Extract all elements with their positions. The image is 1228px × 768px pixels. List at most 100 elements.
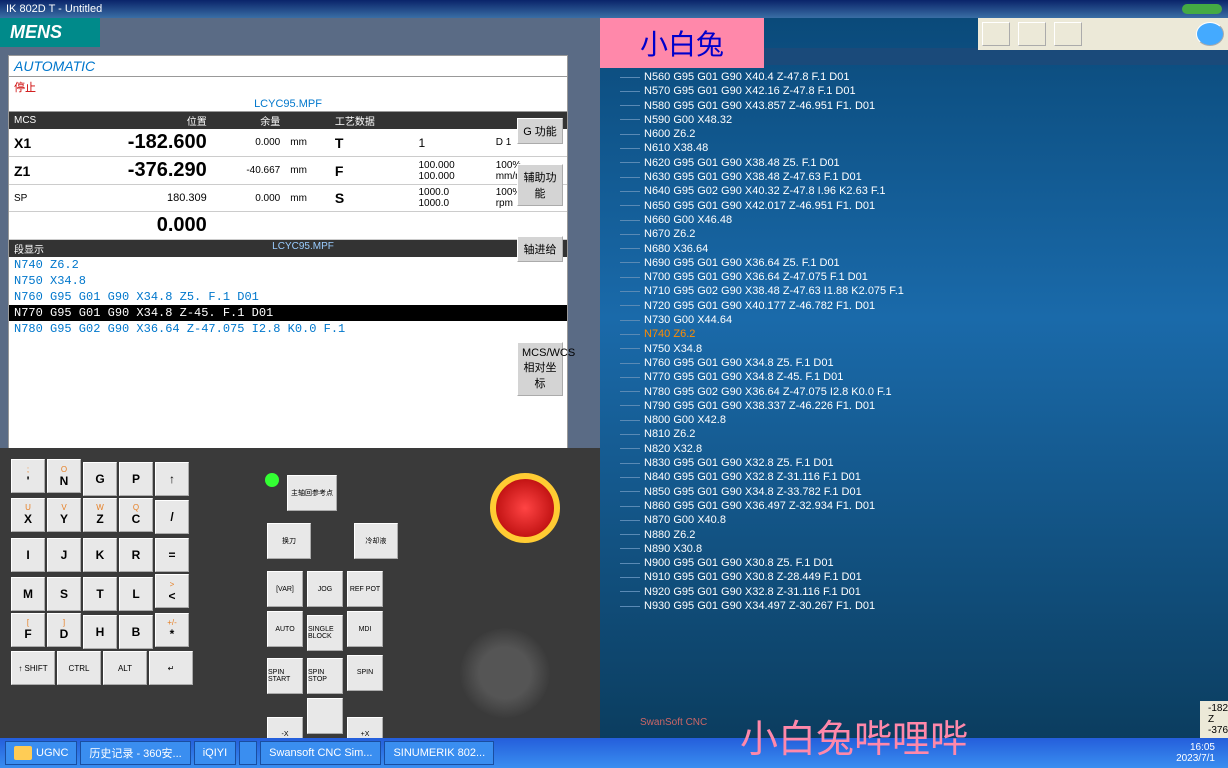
sim-watermark: SwanSoft CNC	[640, 717, 707, 728]
op-single-block[interactable]: SINGLE BLOCK	[307, 615, 343, 651]
code-line: N810 Z6.2	[620, 427, 1208, 441]
taskbar-item-0[interactable]: UGNC	[5, 741, 77, 765]
btn-aux[interactable]: 辅助功能	[517, 164, 563, 206]
code-line: N700 G95 G01 G90 X36.64 Z-47.075 F.1 D01	[620, 270, 1208, 284]
code-line: N710 G95 G02 G90 X38.48 Z-47.63 I1.88 K2…	[620, 284, 1208, 298]
code-line: N820 X32.8	[620, 442, 1208, 456]
sim-toolbar	[978, 18, 1228, 50]
op-blank[interactable]	[307, 698, 343, 734]
op-spin[interactable]: SPIN	[347, 655, 383, 691]
key-'[interactable]: ;'	[11, 459, 45, 493]
key-ctrl[interactable]: CTRL	[57, 651, 101, 685]
code-line: N760 G95 G01 G90 X34.8 Z5. F.1 D01	[620, 356, 1208, 370]
axis-x-rem: 0.000	[212, 129, 285, 157]
nc-line: N750 X34.8	[9, 273, 567, 289]
program-name: LCYC95.MPF	[9, 97, 567, 112]
seg-hdr: 段显示	[14, 241, 44, 256]
key-r[interactable]: R	[119, 538, 153, 572]
axis-z-rem: -40.667	[212, 157, 285, 185]
code-line: N920 G95 G01 G90 X32.8 Z-31.116 F.1 D01	[620, 585, 1208, 599]
key-j[interactable]: J	[47, 538, 81, 572]
key-n[interactable]: ON	[47, 459, 81, 493]
key-↑[interactable]: ↑	[155, 462, 189, 496]
taskbar-item-4[interactable]: Swansoft CNC Sim...	[260, 741, 381, 765]
nc-code-listing: N560 G95 G01 G90 X40.4 Z-47.8 F.1 D01N57…	[600, 65, 1228, 618]
btn-feed[interactable]: 轴进给	[517, 236, 563, 262]
code-line: N680 X36.64	[620, 242, 1208, 256]
watermark-top: 小白兔	[600, 18, 764, 68]
key-y[interactable]: VY	[47, 498, 81, 532]
nc-block-display: N740 Z6.2N750 X34.8N760 G95 G01 G90 X34.…	[9, 257, 567, 337]
key-b[interactable]: B	[119, 615, 153, 649]
code-line: N720 G95 G01 G90 X40.177 Z-46.782 F1. D0…	[620, 299, 1208, 313]
key-alt[interactable]: ALT	[103, 651, 147, 685]
windows-taskbar[interactable]: UGNC历史记录 - 360安...iQIYI Swansoft CNC Sim.…	[0, 738, 1228, 768]
pos-hdr: 位置	[63, 112, 212, 129]
control-panel: ;'ONGP↑ UXVYWZQC/ IJKR= MSTL>< [F]DHB+/-* ↑ S…	[0, 448, 600, 768]
key-h[interactable]: H	[83, 615, 117, 649]
f-label: F	[330, 157, 414, 185]
code-line: N590 G00 X48.32	[620, 113, 1208, 127]
op--var-[interactable]: [VAR]	[267, 571, 303, 607]
key-c[interactable]: QC	[119, 498, 153, 532]
key-l[interactable]: L	[119, 577, 153, 611]
key-g[interactable]: G	[83, 462, 117, 496]
sp-val: 180.309	[63, 185, 212, 212]
key-<[interactable]: ><	[155, 574, 189, 608]
op-ref-pot[interactable]: REF POT	[347, 571, 383, 607]
code-line: N670 Z6.2	[620, 227, 1208, 241]
op-spin-start[interactable]: SPIN START	[267, 658, 303, 694]
key-p[interactable]: P	[119, 462, 153, 496]
emergency-stop-button[interactable]	[490, 473, 560, 543]
btn-tool-change[interactable]: 换刀	[267, 523, 311, 559]
key-t[interactable]: T	[83, 577, 117, 611]
tool-btn-3[interactable]	[1054, 22, 1082, 46]
tool-btn-2[interactable]	[1018, 22, 1046, 46]
bottom-val: 0.000	[63, 212, 212, 240]
key-/[interactable]: /	[155, 500, 189, 534]
btn-coolant[interactable]: 冷却液	[354, 523, 398, 559]
code-line: N730 G00 X44.64	[620, 313, 1208, 327]
code-line: N640 G95 G02 G90 X40.32 Z-47.8 I.96 K2.6…	[620, 184, 1208, 198]
t-val: 1	[414, 129, 491, 157]
key-[interactable]: ↵	[149, 651, 193, 685]
key-=[interactable]: =	[155, 538, 189, 572]
feed-override-dial[interactable]	[460, 628, 550, 718]
tool-btn-1[interactable]	[982, 22, 1010, 46]
op-auto[interactable]: AUTO	[267, 611, 303, 647]
taskbar-item-5[interactable]: SINUMERIK 802...	[384, 741, 494, 765]
operation-panel: 主轴回参考点 换刀 冷却液 [VAR]JOGREF POT AUTOSINGLE…	[250, 458, 590, 758]
code-line: N690 G95 G01 G90 X36.64 Z5. F.1 D01	[620, 256, 1208, 270]
key-s[interactable]: S	[47, 577, 81, 611]
taskbar-item-1[interactable]: 历史记录 - 360安...	[80, 741, 190, 765]
key-x[interactable]: UX	[11, 498, 45, 532]
key-m[interactable]: M	[11, 577, 45, 611]
op-jog[interactable]: JOG	[307, 571, 343, 607]
mode-label: AUTOMATIC	[9, 56, 567, 77]
simulation-panel: 小白兔 📄 E:\UGNC\ximenziche15.txt N560 G95 …	[600, 18, 1228, 768]
code-line: N850 G95 G01 G90 X34.8 Z-33.782 F.1 D01	[620, 485, 1208, 499]
key-d[interactable]: ]D	[47, 613, 81, 647]
btn-mcs-wcs[interactable]: MCS/WCS相对坐标	[517, 342, 563, 396]
key-z[interactable]: WZ	[83, 498, 117, 532]
btn-g-func[interactable]: G 功能	[517, 118, 563, 144]
taskbar-item-3[interactable]	[239, 741, 257, 765]
code-line: N830 G95 G01 G90 X32.8 Z5. F.1 D01	[620, 456, 1208, 470]
axis-x-val: -182.600	[63, 129, 212, 157]
taskbar-item-2[interactable]: iQIYI	[194, 741, 236, 765]
code-line: N610 X38.48	[620, 141, 1208, 155]
code-line: N770 G95 G01 G90 X34.8 Z-45. F.1 D01	[620, 370, 1208, 384]
code-line: N580 G95 G01 G90 X43.857 Z-46.951 F1. D0…	[620, 99, 1208, 113]
op-mdi[interactable]: MDI	[347, 611, 383, 647]
axis-x-label: X1	[9, 129, 63, 157]
key-k[interactable]: K	[83, 538, 117, 572]
key-i[interactable]: I	[11, 538, 45, 572]
key-shift[interactable]: ↑ SHIFT	[11, 651, 55, 685]
op-spin-stop[interactable]: SPIN STOP	[307, 658, 343, 694]
tool-sphere-icon[interactable]	[1196, 22, 1224, 46]
siemens-logo: MENS	[0, 18, 100, 47]
code-line: N570 G95 G01 G90 X42.16 Z-47.8 F.1 D01	[620, 84, 1208, 98]
key-*[interactable]: +/-*	[155, 613, 189, 647]
btn-spindle-ref[interactable]: 主轴回参考点	[287, 475, 337, 511]
key-f[interactable]: [F	[11, 613, 45, 647]
